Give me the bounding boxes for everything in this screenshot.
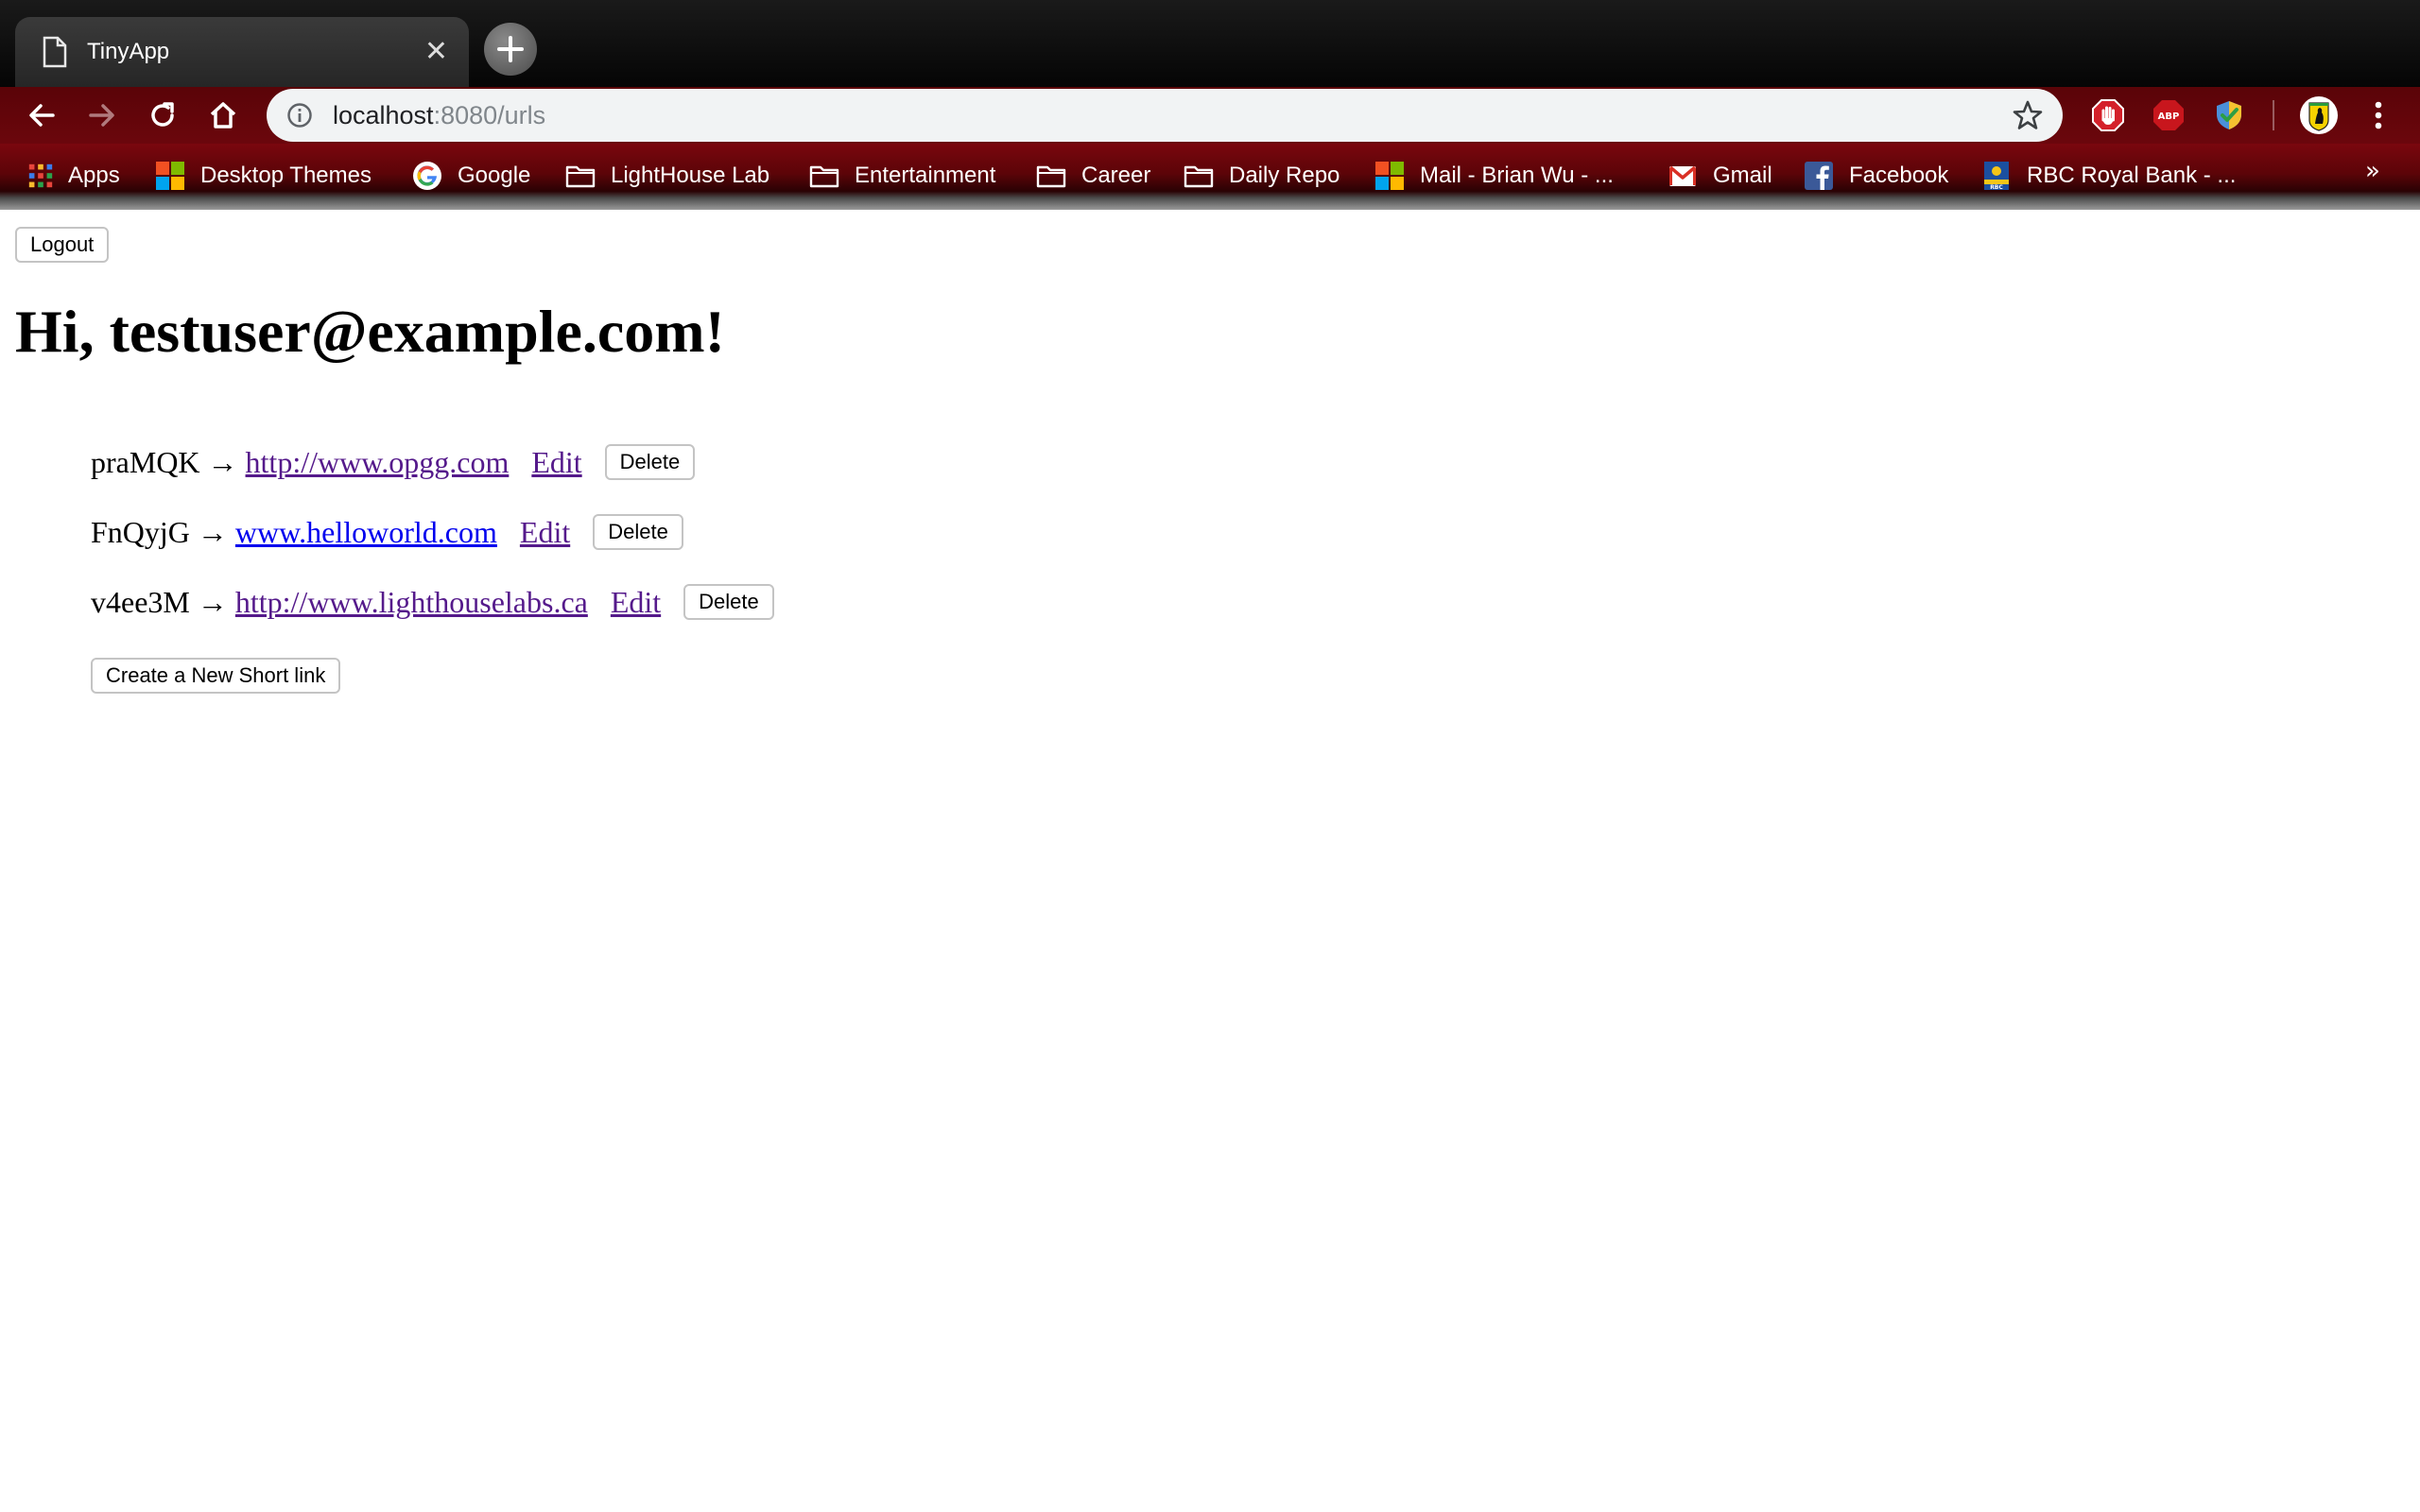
profile-avatar[interactable] xyxy=(2299,95,2339,135)
plus-icon xyxy=(497,36,524,62)
long-url-link[interactable]: http://www.lighthouselabs.ca xyxy=(235,585,588,620)
delete-button[interactable]: Delete xyxy=(604,444,696,480)
tab-title: TinyApp xyxy=(87,39,170,64)
home-button[interactable] xyxy=(202,94,244,136)
tab-tinyapp[interactable]: TinyApp ✕ xyxy=(15,17,469,87)
short-url-id: v4ee3M xyxy=(91,584,190,619)
toolbar-separator xyxy=(2273,100,2274,130)
bookmark-label: RBC Royal Bank - ... xyxy=(2027,163,2237,188)
browser-chrome: TinyApp ✕ localhost:8080/urls ABP Apps D… xyxy=(0,0,2420,210)
arrow-icon: → xyxy=(197,584,228,619)
bookmark-folder-daily-repo[interactable]: Daily Repo xyxy=(1184,157,1340,195)
ferrari-logo-icon xyxy=(2300,96,2338,134)
more-vertical-icon xyxy=(2375,101,2382,129)
url-list-item: praMQK → http://www.opgg.com Edit Delete xyxy=(91,444,696,480)
browser-toolbar: localhost:8080/urls ABP xyxy=(0,87,2420,144)
facebook-icon xyxy=(1805,162,1833,190)
bookmark-label: Apps xyxy=(68,163,120,188)
bookmark-desktop-themes[interactable]: Desktop Themes xyxy=(155,157,372,195)
bookmark-folder-entertainment[interactable]: Entertainment xyxy=(809,157,995,195)
reload-button[interactable] xyxy=(142,94,183,136)
bookmark-label: Facebook xyxy=(1849,163,1949,188)
reload-icon xyxy=(151,102,174,127)
bookmark-google[interactable]: Google xyxy=(412,157,530,195)
document-icon xyxy=(43,36,67,68)
short-url-id: praMQK xyxy=(91,444,200,479)
delete-button[interactable]: Delete xyxy=(593,514,683,550)
short-url-id: FnQyjG xyxy=(91,514,190,549)
svg-text:ABP: ABP xyxy=(2158,112,2180,122)
browser-menu-button[interactable] xyxy=(2361,98,2395,132)
bookmark-folder-lighthouse-lab[interactable]: LightHouse Lab xyxy=(565,157,769,195)
create-short-link-button[interactable]: Create a New Short link xyxy=(91,658,341,694)
gmail-icon xyxy=(1668,165,1697,186)
star-icon[interactable] xyxy=(2012,99,2044,131)
bookmark-label: LightHouse Lab xyxy=(611,163,770,188)
more-bookmarks-button[interactable]: » xyxy=(2365,157,2380,185)
bookmark-label: Career xyxy=(1081,163,1151,188)
tab-strip: TinyApp ✕ xyxy=(0,0,2420,87)
url-text[interactable]: localhost:8080/urls xyxy=(333,101,2012,130)
edit-link[interactable]: Edit xyxy=(520,515,570,550)
bookmark-label: Google xyxy=(458,163,531,188)
folder-icon xyxy=(1036,165,1066,188)
stop-hand-icon xyxy=(2092,99,2124,131)
edit-link[interactable]: Edit xyxy=(531,445,581,480)
adblock-plus-extension[interactable]: ABP xyxy=(2152,98,2186,132)
info-icon[interactable] xyxy=(285,101,314,129)
delete-button[interactable]: Delete xyxy=(683,584,774,620)
new-tab-button[interactable] xyxy=(484,23,537,76)
folder-icon xyxy=(809,165,839,188)
microsoft-logo-icon xyxy=(156,162,184,190)
bookmark-rbc-royal-bank[interactable]: RBC RBC Royal Bank - ... xyxy=(1981,157,2236,195)
bookmark-label: Mail - Brian Wu - ... xyxy=(1420,163,1614,188)
folder-icon xyxy=(1184,165,1214,188)
url-list-item: v4ee3M → http://www.lighthouselabs.ca Ed… xyxy=(91,584,774,620)
apps-grid-icon xyxy=(28,163,53,188)
page-content: Logout Hi, testuser@example.com! praMQK … xyxy=(0,210,2420,1512)
bookmark-label: Daily Repo xyxy=(1229,163,1340,188)
home-icon xyxy=(210,102,236,129)
back-button[interactable] xyxy=(21,94,62,136)
bookmarks-bar: Apps Desktop Themes Google LightHouse La… xyxy=(0,144,2420,210)
url-path: :8080/urls xyxy=(433,100,546,129)
shield-check-icon xyxy=(2217,101,2241,129)
url-host: localhost xyxy=(333,100,434,129)
arrow-left-icon xyxy=(29,104,55,127)
close-tab-icon[interactable]: ✕ xyxy=(424,38,448,66)
stop-hand-extension[interactable] xyxy=(2091,98,2125,132)
bookmark-apps[interactable]: Apps xyxy=(26,157,120,195)
address-bar[interactable]: localhost:8080/urls xyxy=(267,89,2063,142)
shield-check-extension[interactable] xyxy=(2212,98,2246,132)
long-url-link[interactable]: www.helloworld.com xyxy=(235,515,497,550)
logout-button[interactable]: Logout xyxy=(15,227,110,263)
page-title: Hi, testuser@example.com! xyxy=(15,298,725,365)
bookmark-mail[interactable]: Mail - Brian Wu - ... xyxy=(1374,157,1614,195)
url-list-item: FnQyjG → www.helloworld.com Edit Delete xyxy=(91,514,683,550)
microsoft-logo-icon xyxy=(1375,162,1404,190)
long-url-link[interactable]: http://www.opgg.com xyxy=(246,445,510,480)
rbc-icon: RBC xyxy=(1984,162,2009,191)
adblock-plus-icon: ABP xyxy=(2153,100,2184,130)
bookmark-label: Gmail xyxy=(1713,163,1772,188)
svg-text:RBC: RBC xyxy=(1990,184,2003,191)
bookmark-label: Entertainment xyxy=(855,163,996,188)
forward-button[interactable] xyxy=(81,94,123,136)
arrow-icon: → xyxy=(197,514,228,549)
arrow-icon: → xyxy=(207,444,238,479)
folder-icon xyxy=(565,165,596,188)
bookmark-folder-career[interactable]: Career xyxy=(1036,157,1150,195)
arrow-right-icon xyxy=(89,104,114,127)
bookmark-gmail[interactable]: Gmail xyxy=(1668,157,1772,195)
bookmark-label: Desktop Themes xyxy=(200,163,372,188)
edit-link[interactable]: Edit xyxy=(611,585,661,620)
google-logo-icon xyxy=(413,162,441,190)
bookmark-facebook[interactable]: Facebook xyxy=(1804,157,1948,195)
